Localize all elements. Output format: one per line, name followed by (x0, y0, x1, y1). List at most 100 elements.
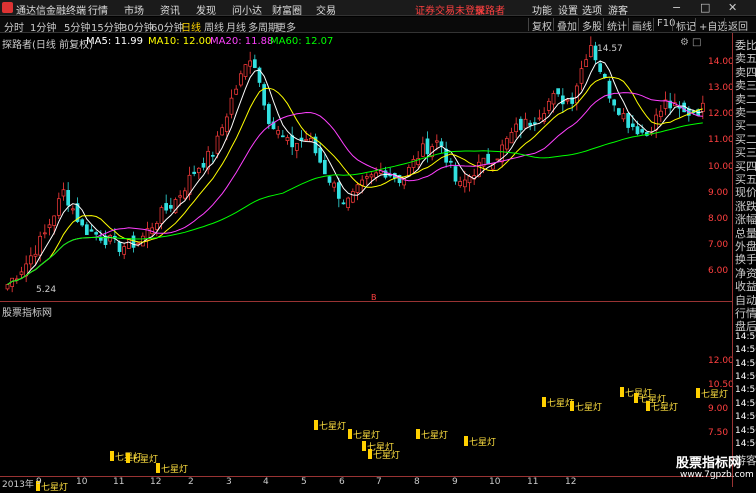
menu-function[interactable]: 功能 (532, 2, 552, 17)
draw-line-button[interactable]: 画线 (628, 18, 655, 33)
candle-body (168, 205, 173, 209)
menu-discover[interactable]: 发现 (196, 2, 216, 17)
tab-15min[interactable]: 15分钟 (91, 19, 124, 34)
side-panel-item: 14:50 (735, 398, 756, 409)
candle-body (294, 142, 299, 151)
multi-stock-button[interactable]: 多股 (578, 18, 605, 33)
candle-body (304, 138, 309, 141)
overlay-button[interactable]: 叠加 (553, 18, 580, 33)
restore-rights-button[interactable]: 复权 (528, 18, 555, 33)
indicator-tick: 7.50 (708, 428, 729, 438)
lamp-icon (542, 397, 546, 407)
lamp-icon (368, 449, 372, 459)
indicator-title: 股票指标网 (2, 308, 52, 319)
menu-market[interactable]: 市场 (124, 2, 144, 17)
tab-monthly[interactable]: 月线 (226, 19, 246, 34)
menu-guest[interactable]: 游客 (608, 2, 628, 17)
lamp-label: 七星灯 (575, 403, 603, 413)
candle-body (579, 68, 584, 84)
tab-more[interactable]: 更多 (276, 19, 296, 34)
candle-body (565, 99, 570, 102)
app-logo-icon (2, 2, 13, 13)
candle-body (341, 202, 346, 205)
menu-ask[interactable]: 问小达 (232, 2, 262, 17)
seven-star-lamp-signal: 七星灯 (646, 400, 678, 413)
maximize-icon[interactable]: □ (700, 1, 710, 14)
back-button[interactable]: 返回 (724, 18, 751, 33)
candle-body (495, 158, 500, 161)
candle-body (556, 88, 561, 95)
candle-body (164, 203, 169, 211)
menu-news[interactable]: 资讯 (160, 2, 180, 17)
candle-body (532, 122, 537, 125)
lamp-icon (348, 429, 352, 439)
menu-wealth[interactable]: 财富圈 (272, 2, 302, 17)
candle-body (537, 117, 542, 120)
candle-body (453, 166, 458, 182)
tab-intraday[interactable]: 分时 (4, 19, 24, 34)
candle-body (322, 159, 327, 175)
candle-body (598, 63, 603, 72)
date-label: 9 (36, 477, 42, 487)
tab-1min[interactable]: 1分钟 (30, 19, 56, 34)
candle-body (178, 195, 183, 198)
price-tick: 14.00 (708, 57, 734, 67)
tab-multi-period[interactable]: 多周期 (248, 19, 278, 34)
date-label: 11 (527, 477, 539, 487)
price-tick: 8.00 (708, 214, 729, 224)
candle-body (201, 163, 206, 168)
candle-body (588, 45, 593, 57)
date-label: 5 (301, 477, 307, 487)
candle-body (229, 97, 234, 115)
candle-body (640, 129, 645, 133)
candle-body (560, 95, 565, 105)
candle-body (504, 138, 509, 150)
tab-weekly[interactable]: 周线 (204, 19, 224, 34)
candle-body (262, 84, 267, 106)
candle-body (5, 284, 10, 290)
candle-body (61, 189, 66, 197)
candle-body (546, 100, 551, 111)
side-panel-item: 14:50 (735, 412, 756, 423)
date-label: 2 (188, 477, 194, 487)
tab-60min[interactable]: 60分钟 (151, 19, 184, 34)
candle-body (89, 229, 94, 232)
close-icon[interactable]: ✕ (728, 1, 737, 14)
candle-body (117, 241, 122, 252)
menu-trade[interactable]: 交易 (316, 2, 336, 17)
tab-30min[interactable]: 30分钟 (121, 19, 154, 34)
date-label: 11 (113, 477, 125, 487)
candle-body (514, 123, 519, 133)
quote-side-panel: 委比 卖五 卖四 卖三 卖二 卖一 买一 买二 买三 买四 买五 现价 涨跌 涨幅 总量 外盘 换手 净资 收益 自动… (732, 33, 756, 487)
menu-settings[interactable]: 设置 (558, 2, 578, 17)
kline-chart[interactable]: 14.57 5.24 B (0, 33, 732, 301)
candle-body (136, 242, 141, 245)
candle-body (280, 135, 285, 138)
candle-body (350, 191, 355, 203)
candle-body (462, 179, 467, 188)
minimize-icon[interactable]: − (672, 1, 681, 14)
candle-body (182, 190, 187, 199)
seven-star-lamp-signal: 七星灯 (314, 419, 346, 432)
menu-quotes[interactable]: 行情 (88, 2, 108, 17)
seven-star-lamp-signal: 七星灯 (696, 387, 728, 400)
candle-body (523, 118, 528, 129)
date-label: 3 (226, 477, 232, 487)
tab-daily[interactable]: 日线 (181, 19, 201, 34)
candle-body (551, 93, 556, 105)
seven-star-lamp-signal: 七星灯 (126, 452, 158, 465)
side-panel-item: 14:50 (735, 372, 756, 382)
lamp-label: 七星灯 (373, 451, 401, 461)
app-title: 通达信金融终端 (16, 6, 86, 17)
watermark-text: 股票指标网 (676, 456, 742, 471)
candle-body (285, 137, 290, 142)
panel-divider[interactable] (0, 301, 732, 302)
menu-options[interactable]: 选项 (582, 2, 602, 17)
lamp-label: 七星灯 (421, 431, 449, 441)
statistics-button[interactable]: 统计 (603, 18, 630, 33)
tab-5min[interactable]: 5分钟 (64, 19, 90, 34)
candle-body (364, 176, 369, 179)
candle-body (509, 132, 514, 144)
candle-body (122, 246, 127, 255)
date-label: 12 (565, 477, 577, 487)
